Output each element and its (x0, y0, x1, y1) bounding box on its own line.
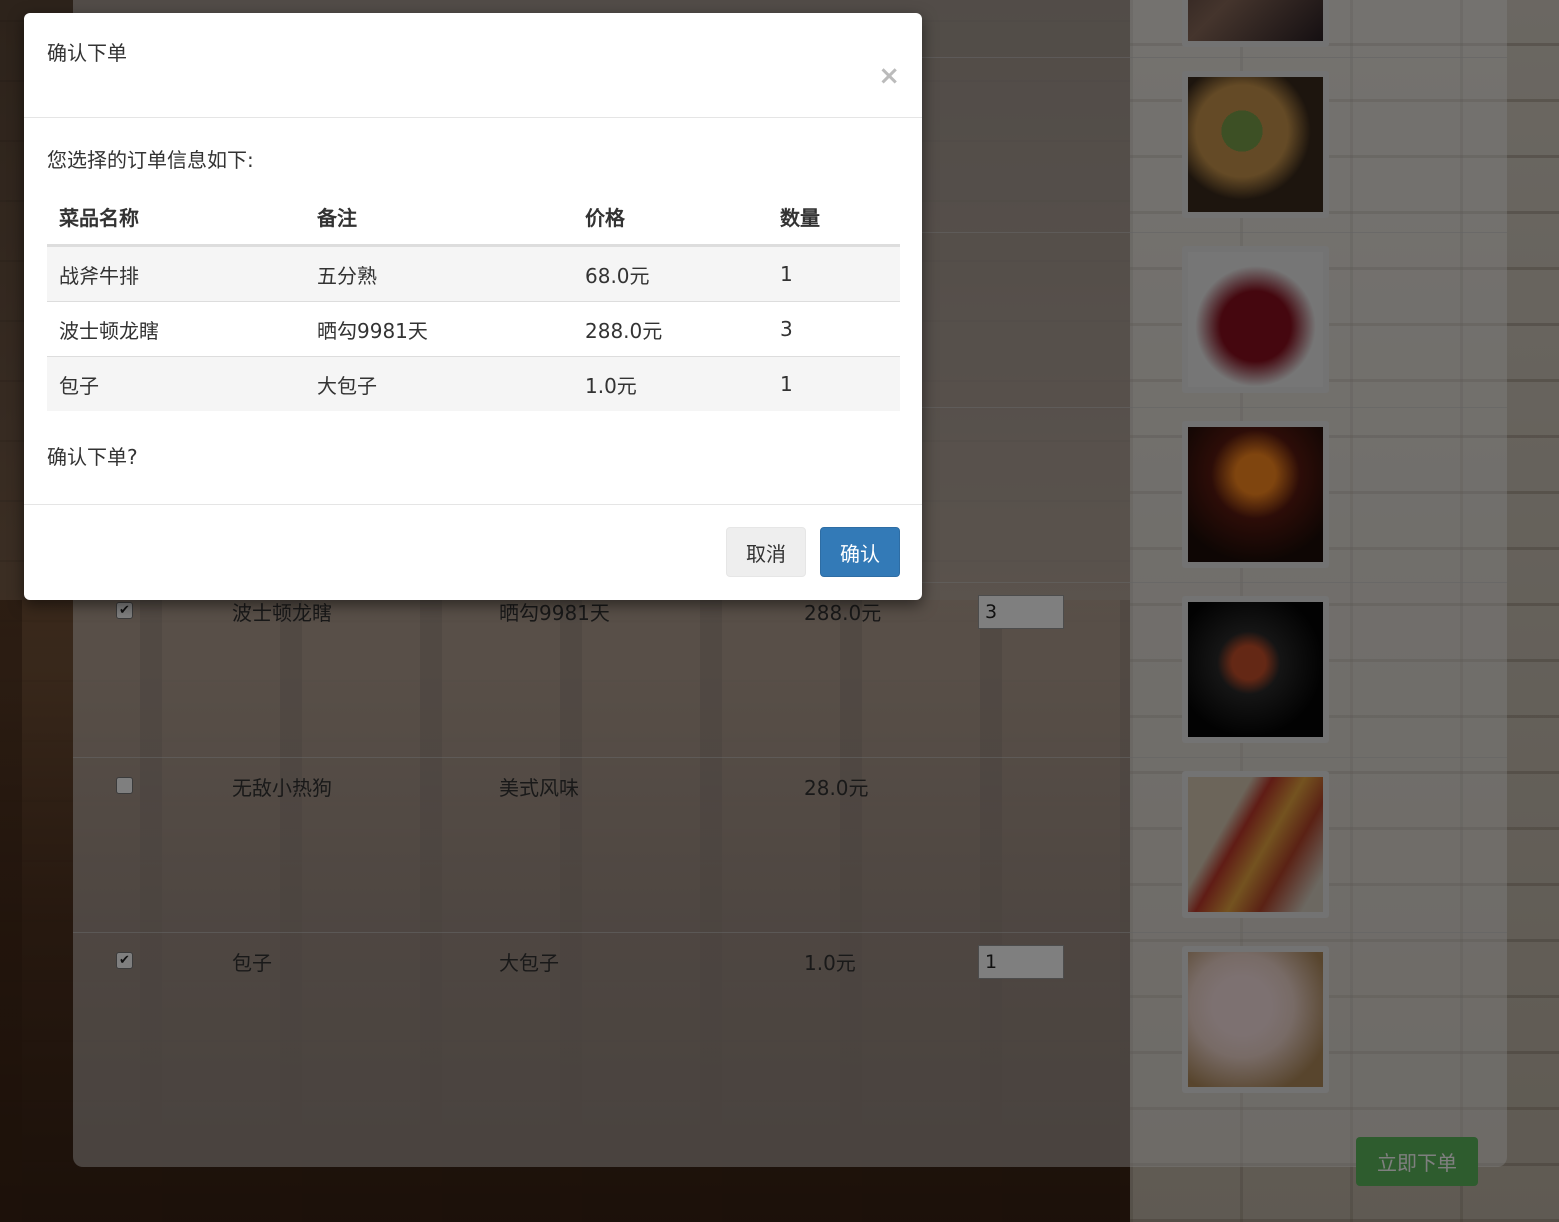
dish-name-cell: 包子 (47, 356, 305, 411)
column-header: 数量 (768, 188, 900, 247)
confirm-button[interactable]: 确认 (820, 527, 900, 577)
qty-cell: 3 (768, 301, 900, 357)
table-header-row: 菜品名称 备注 价格 数量 (47, 188, 900, 247)
order-intro-text: 您选择的订单信息如下: (47, 148, 254, 172)
note-cell: 五分熟 (305, 245, 573, 302)
dish-name-cell: 战斧牛排 (47, 245, 305, 302)
table-row: 包子 大包子 1.0元 1 (47, 356, 900, 411)
confirm-order-dialog: 确认下单 × 您选择的订单信息如下: 菜品名称 备注 价格 数量 战斧牛排 五分… (24, 13, 922, 600)
price-cell: 1.0元 (573, 356, 768, 411)
cancel-button[interactable]: 取消 (726, 527, 806, 577)
dialog-title: 确认下单 (47, 41, 127, 65)
dialog-header: 确认下单 × (24, 13, 922, 118)
table-row: 战斧牛排 五分熟 68.0元 1 (47, 245, 900, 302)
table-row: 波士顿龙瞎 晒勾9981天 288.0元 3 (47, 301, 900, 357)
price-cell: 68.0元 (573, 245, 768, 302)
price-cell: 288.0元 (573, 301, 768, 357)
confirm-question: 确认下单? (47, 445, 138, 469)
qty-cell: 1 (768, 356, 900, 411)
order-summary-table: 菜品名称 备注 价格 数量 战斧牛排 五分熟 68.0元 1 波士顿龙瞎 晒勾9… (47, 188, 900, 411)
qty-cell: 1 (768, 245, 900, 302)
dialog-body: 您选择的订单信息如下: 菜品名称 备注 价格 数量 战斧牛排 五分熟 68.0元… (24, 118, 922, 505)
column-header: 菜品名称 (47, 188, 305, 247)
note-cell: 大包子 (305, 356, 573, 411)
dish-name-cell: 波士顿龙瞎 (47, 301, 305, 357)
dialog-footer: 取消 确认 (24, 505, 922, 601)
close-icon[interactable]: × (878, 63, 900, 89)
note-cell: 晒勾9981天 (305, 301, 573, 357)
column-header: 备注 (305, 188, 573, 247)
column-header: 价格 (573, 188, 768, 247)
